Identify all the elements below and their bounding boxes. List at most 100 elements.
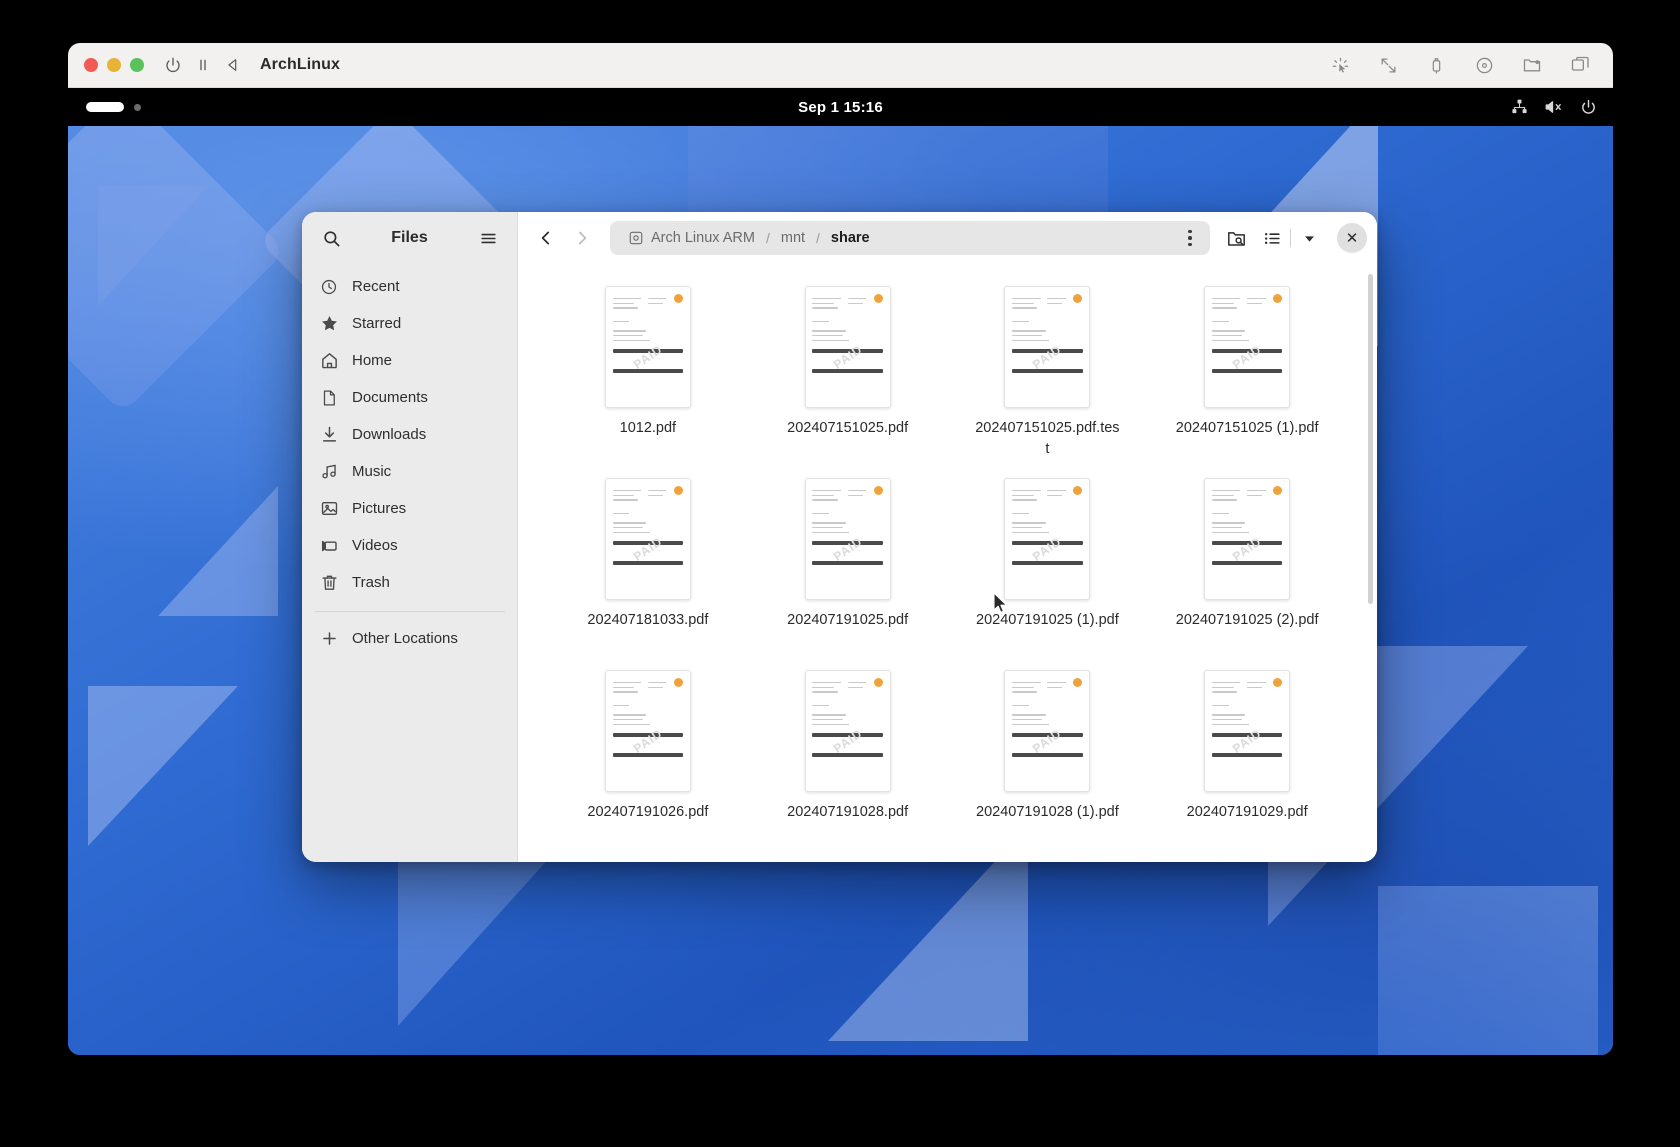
preview-text-line (1211, 335, 1243, 337)
sidebar-item-trash[interactable]: Trash (310, 564, 509, 601)
preview-text-line (612, 297, 642, 300)
chevron-down-icon[interactable] (1293, 222, 1325, 254)
system-tray (1511, 99, 1597, 116)
fullscreen-icon[interactable] (1375, 52, 1401, 78)
screen-root: ArchLinux Sep 1 15:16 Files Recent Starr… (0, 0, 1680, 1147)
close-window-button[interactable] (84, 58, 98, 72)
play-back-icon[interactable] (220, 52, 246, 78)
sidebar-item-pictures[interactable]: Pictures (310, 490, 509, 527)
search-folder-icon[interactable] (1220, 222, 1252, 254)
files-content-area[interactable]: PAID 1012.pdf PAID 202407151025.pdf PAID 2024… (518, 264, 1377, 862)
sidebar-item-downloads[interactable]: Downloads (310, 416, 509, 453)
sidebar-item-recent[interactable]: Recent (310, 268, 509, 305)
windows-icon[interactable] (1567, 52, 1593, 78)
preview-text-line (1211, 494, 1234, 496)
preview-text-line (612, 686, 635, 688)
breadcrumb-item-drive[interactable]: Arch Linux ARM (621, 230, 762, 246)
power-icon[interactable] (1580, 99, 1597, 116)
sidebar-item-videos[interactable]: Videos (310, 527, 509, 564)
back-button[interactable] (530, 222, 562, 254)
file-item[interactable]: PAID 202407151025.pdf.test (948, 278, 1148, 470)
brightness-icon[interactable] (1327, 52, 1353, 78)
preview-text-line (647, 297, 667, 300)
preview-table-header (1211, 752, 1283, 757)
vertical-dots-icon[interactable] (1178, 225, 1202, 251)
pdf-preview: PAID (1004, 286, 1091, 408)
preview-text-line (1012, 499, 1038, 501)
volume-muted-icon[interactable] (1544, 99, 1564, 116)
forward-button[interactable] (566, 222, 598, 254)
file-item[interactable]: PAID 202407191028 (1).pdf (948, 662, 1148, 854)
preview-text-line (612, 704, 630, 706)
preview-text-line (612, 719, 643, 721)
hamburger-menu-icon[interactable] (473, 223, 503, 253)
preview-text-line (1211, 719, 1243, 721)
preview-text-line (1247, 297, 1266, 300)
pause-icon[interactable] (190, 52, 216, 78)
folder-share-icon[interactable] (1519, 52, 1545, 78)
pdf-preview: PAID (604, 478, 691, 600)
preview-text-line (1012, 691, 1038, 693)
sidebar-item-starred[interactable]: Starred (310, 305, 509, 342)
preview-text-line (812, 499, 838, 501)
zoom-window-button[interactable] (130, 58, 144, 72)
preview-text-line (1211, 531, 1249, 534)
desktop[interactable]: Files Recent Starred Home Documents Down… (68, 126, 1613, 1055)
preview-text-line (847, 686, 863, 688)
preview-text-line (612, 691, 638, 693)
file-item[interactable]: PAID 202407191025.pdf (748, 470, 948, 662)
wallpaper-shape (98, 186, 208, 306)
file-name-label: 202407191026.pdf (587, 804, 709, 820)
file-item[interactable]: PAID 202407191025 (1).pdf (948, 470, 1148, 662)
file-item[interactable]: PAID 202407181033.pdf (548, 470, 748, 662)
file-item[interactable]: PAID 202407191029.pdf (1147, 662, 1347, 854)
file-item[interactable]: PAID 202407191026.pdf (548, 662, 748, 854)
pdf-preview: PAID (1204, 670, 1291, 792)
pdf-preview: PAID (604, 670, 691, 792)
preview-text-line (847, 302, 863, 304)
preview-text-line (1012, 522, 1046, 524)
preview-table-header (612, 368, 684, 373)
sidebar-item-other-locations[interactable]: Other Locations (310, 620, 509, 657)
activities-indicator[interactable] (86, 102, 141, 112)
preview-text-line (1211, 686, 1234, 688)
file-item[interactable]: PAID 202407191025 (2).pdf (1147, 470, 1347, 662)
search-icon[interactable] (316, 223, 346, 253)
preview-text-line (847, 681, 867, 684)
file-thumbnail: PAID (1004, 670, 1091, 792)
vertical-scrollbar[interactable] (1368, 274, 1373, 604)
accessibility-icon[interactable] (1511, 99, 1528, 116)
preview-text-line (812, 691, 838, 693)
disc-icon[interactable] (1471, 52, 1497, 78)
preview-text-line (1012, 330, 1046, 332)
sidebar-item-documents[interactable]: Documents (310, 379, 509, 416)
file-item[interactable]: PAID 202407151025.pdf (748, 278, 948, 470)
preview-watermark: PAID (830, 725, 865, 756)
preview-text-line (612, 714, 647, 716)
file-thumbnail: PAID (1204, 670, 1291, 792)
preview-text-line (1012, 494, 1034, 496)
file-item[interactable]: PAID 202407191028.pdf (748, 662, 948, 854)
sidebar-item-label: Home (352, 352, 393, 369)
clock[interactable]: Sep 1 15:16 (798, 99, 883, 116)
preview-table-header (812, 560, 883, 565)
minimize-window-button[interactable] (107, 58, 121, 72)
breadcrumb-item-mnt[interactable]: mnt (774, 230, 812, 246)
preview-watermark: PAID (1230, 725, 1265, 756)
file-item[interactable]: PAID 1012.pdf (548, 278, 748, 470)
preview-text-line (1047, 302, 1063, 304)
workspace-active-pill (86, 102, 124, 112)
preview-text-line (612, 320, 630, 322)
sidebar-item-music[interactable]: Music (310, 453, 509, 490)
file-item[interactable]: PAID 202407151025 (1).pdf (1147, 278, 1347, 470)
power-icon[interactable] (160, 52, 186, 78)
document-icon (319, 388, 339, 408)
close-icon[interactable]: ✕ (1337, 223, 1367, 253)
preview-text-line (1047, 297, 1066, 300)
list-view-icon[interactable] (1256, 222, 1288, 254)
breadcrumb-item-share[interactable]: share (824, 230, 877, 246)
sidebar-item-home[interactable]: Home (310, 342, 509, 379)
usb-icon[interactable] (1423, 52, 1449, 78)
vm-title: ArchLinux (260, 56, 341, 73)
breadcrumb-separator: / (816, 230, 820, 246)
